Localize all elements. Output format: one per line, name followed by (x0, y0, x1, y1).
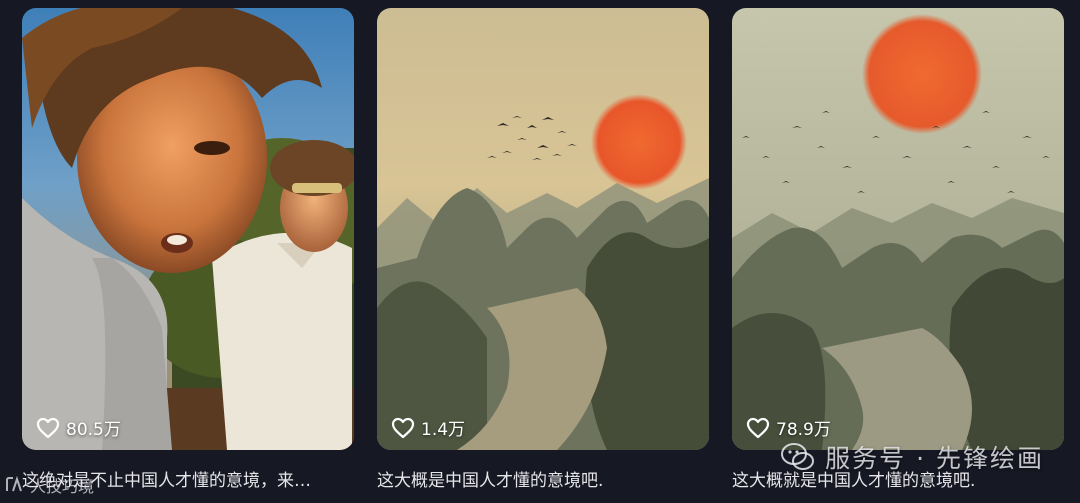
like-count[interactable]: 80.5万 (36, 415, 121, 440)
thumbnail-image-karst-big-sun (732, 8, 1064, 450)
thumbnail-image-portraits (22, 8, 354, 450)
heart-outline-icon (36, 417, 60, 438)
video-thumbnail-2[interactable]: 1.4万 (377, 8, 709, 450)
logo-icon (6, 476, 22, 492)
video-card-2[interactable]: 1.4万 这大概是中国人才懂的意境吧. (377, 8, 709, 491)
watermark-left: 人技巧境 (4, 473, 94, 497)
watermark-left-text: 人技巧境 (30, 477, 95, 496)
heart-outline-icon (746, 417, 770, 438)
like-count[interactable]: 78.9万 (746, 415, 831, 440)
video-caption[interactable]: 这大概是中国人才懂的意境吧. (377, 466, 709, 491)
like-count-value: 78.9万 (776, 420, 831, 440)
watermark: 服务号 · 先锋绘画 (781, 439, 1044, 475)
video-card-3[interactable]: 78.9万 这大概就是中国人才懂的意境吧. (732, 8, 1064, 491)
wechat-icon (781, 443, 815, 470)
like-count-value: 1.4万 (421, 420, 466, 440)
like-count[interactable]: 1.4万 (391, 415, 465, 440)
like-count-value: 80.5万 (66, 420, 121, 440)
video-card-1[interactable]: 80.5万 这绝对是不止中国人才懂的意境，来… (22, 8, 354, 491)
thumbnail-image-karst-sunset (377, 8, 709, 450)
watermark-text: 服务号 · 先锋绘画 (825, 444, 1044, 473)
video-thumbnail-1[interactable]: 80.5万 (22, 8, 354, 450)
video-thumbnail-3[interactable]: 78.9万 (732, 8, 1064, 450)
heart-outline-icon (391, 417, 415, 438)
